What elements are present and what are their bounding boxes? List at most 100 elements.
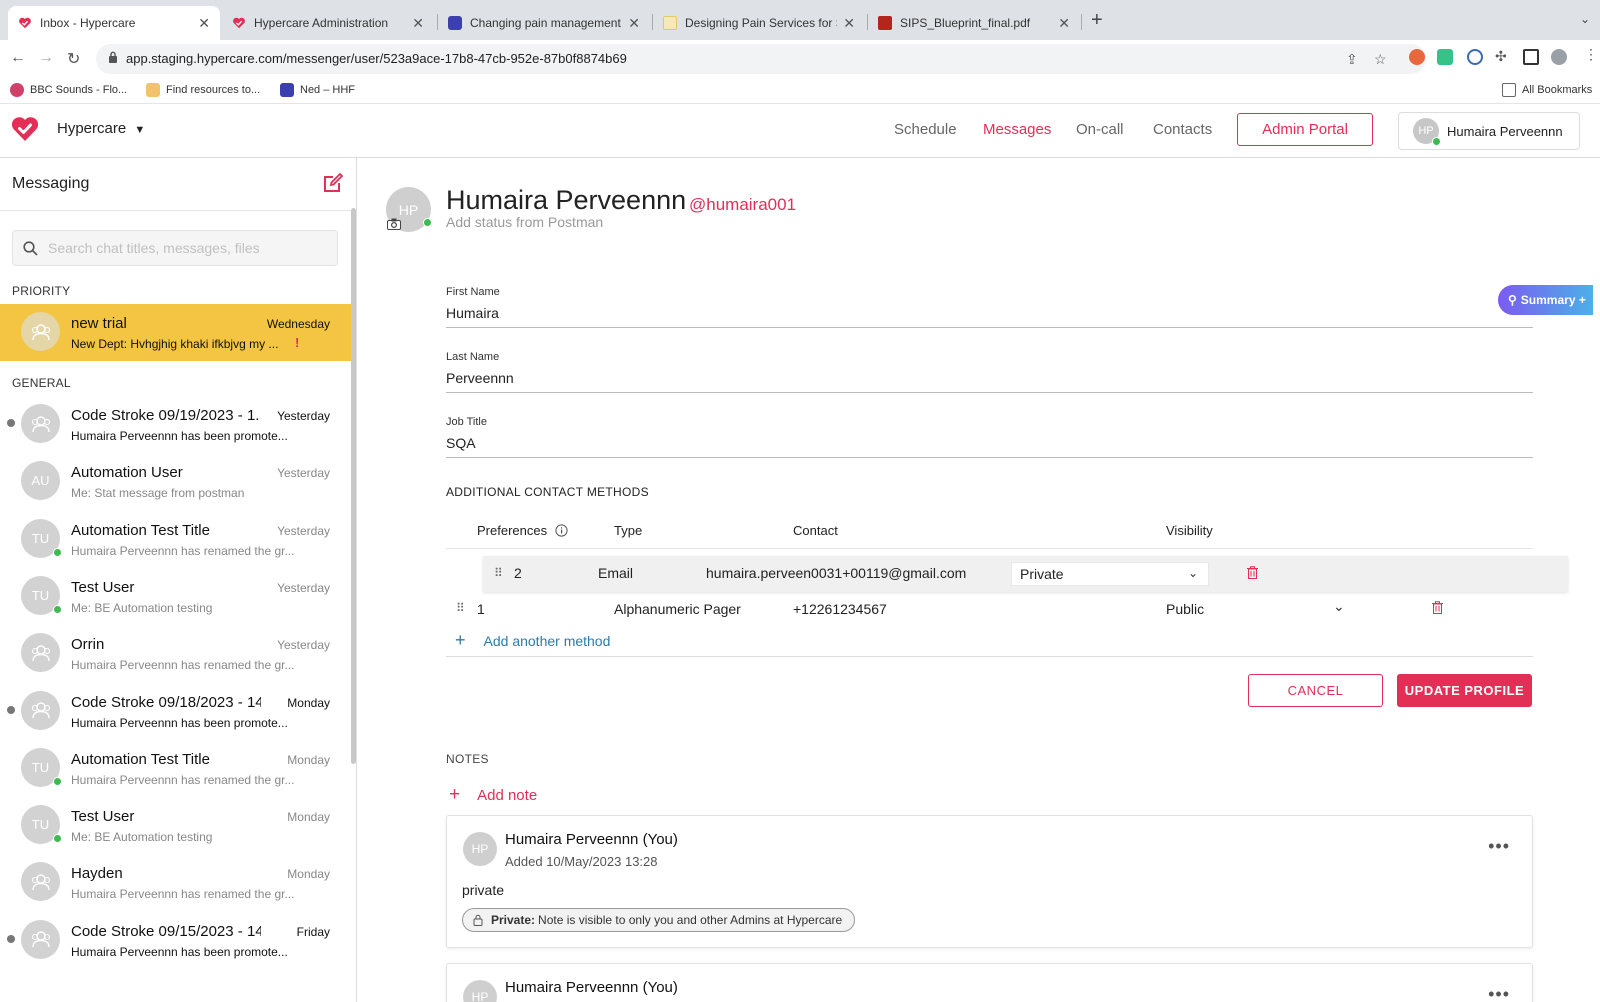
bookmark-label: Find resources to... [166,84,261,96]
update-profile-button[interactable]: UPDATE PROFILE [1397,674,1532,707]
sidebar-title: Messaging [12,175,90,192]
chat-list-item[interactable]: TU Test User Monday Me: BE Automation testi… [0,797,352,854]
extension-green-icon[interactable] [1437,49,1453,65]
address-bar-row: ← → ↻ app.staging.hypercare.com/messenge… [0,40,1600,78]
omnibox[interactable]: app.staging.hypercare.com/messenger/user… [96,44,1426,74]
more-options-icon[interactable]: ••• [1488,984,1510,1002]
chat-list-item[interactable]: new trial Wednesday New Dept: Hvhgjhig kha… [0,304,352,361]
chat-preview: Humaira Perveennn has renamed the gr... [71,543,295,558]
browser-tab-pain-management[interactable]: Changing pain management fo ✕ [438,6,650,40]
camera-icon[interactable] [387,218,401,230]
tab-search-chevron-icon[interactable]: ⌄ [1580,12,1590,26]
browser-tab-admin[interactable]: Hypercare Administration ✕ [222,6,434,40]
note-body: private [462,882,505,898]
chat-list-item[interactable]: Hayden Monday Humaira Perveennn has rename… [0,854,352,911]
admin-portal-button[interactable]: Admin Portal [1237,113,1373,146]
avatar [21,862,60,902]
avatar-initials: HP [471,842,489,856]
all-bookmarks-label: All Bookmarks [1522,84,1593,96]
chat-time: Monday [287,695,330,710]
sidebar-scrollbar[interactable] [351,208,356,764]
chat-list-item[interactable]: TU Test User Yesterday Me: BE Automation te… [0,568,352,625]
bookmark-ned-hhf[interactable]: Ned – HHF [280,83,355,97]
badge-strong: Private: [491,913,536,927]
job-title-input[interactable] [446,435,1533,457]
chat-list-item[interactable]: TU Automation Test Title Monday Humaira Per… [0,740,352,797]
chevron-down-icon[interactable]: ⌄ [1333,598,1345,615]
forward-arrow-icon[interactable]: → [38,49,54,67]
messaging-sidebar: Messaging PRIORITY new trial Wednesday New… [0,158,357,1002]
chat-list-item[interactable]: AU Automation User Yesterday Me: Stat messa… [0,453,352,510]
group-avatar-icon [31,874,50,890]
column-visibility: Visibility [1166,523,1213,538]
new-tab-icon[interactable]: + [1091,9,1103,32]
chat-list-item[interactable]: TU Automation Test Title Yesterday Humaira … [0,511,352,568]
reload-icon[interactable]: ↻ [67,49,80,69]
user-menu-button[interactable]: HP Humaira Perveennn [1398,112,1580,150]
add-method-button[interactable]: + Add another method [455,630,610,651]
profile-status[interactable]: Add status from Postman [446,214,603,230]
share-icon[interactable]: ⇪ [1346,51,1358,68]
close-tab-icon[interactable]: ✕ [1058,15,1070,32]
priority-exclamation-icon: ! [295,335,300,350]
drag-handle-icon[interactable]: ⠿ [494,566,503,580]
close-tab-icon[interactable]: ✕ [628,15,640,32]
chat-list-item[interactable]: Code Stroke 09/18/2023 - 14:... Monday Hum… [0,683,352,740]
chat-list-item[interactable]: Orrin Yesterday Humaira Perveennn has rena… [0,625,352,682]
info-icon[interactable] [555,524,568,537]
last-name-input[interactable] [446,370,1533,392]
chat-time: Yesterday [277,409,330,423]
add-method-label: Add another method [483,632,611,649]
bookmark-find-resources[interactable]: Find resources to... [146,83,260,97]
column-type: Type [614,523,643,538]
chat-search[interactable] [12,230,338,266]
group-avatar-icon [31,702,50,719]
browser-tab-sips-pdf[interactable]: SIPS_Blueprint_final.pdf ✕ [868,6,1080,40]
avatar [21,312,60,351]
extension-password-icon[interactable] [1467,49,1483,65]
profile-avatar-icon[interactable] [1551,49,1567,65]
puzzle-extensions-icon[interactable]: ✣ [1495,48,1507,65]
add-note-button[interactable]: + Add note [449,784,537,806]
extension-record-icon[interactable] [1409,49,1425,65]
close-tab-icon[interactable]: ✕ [843,15,855,32]
chat-preview: Humaira Perveennn has renamed the gr... [71,887,295,902]
search-input[interactable] [48,240,318,256]
visibility-select[interactable]: Private ⌄ [1011,562,1209,586]
nav-on-call[interactable]: On-call [1076,121,1124,138]
all-bookmarks[interactable]: All Bookmarks [1502,83,1592,97]
trash-icon[interactable] [1432,601,1443,614]
chat-title: Automation Test Title [71,750,210,768]
drag-handle-icon[interactable]: ⠿ [456,601,465,615]
chat-time: Monday [287,867,330,882]
chat-preview: Humaira Perveennn has renamed the gr... [71,772,295,787]
side-panel-icon[interactable] [1523,49,1539,65]
group-avatar-icon [31,323,50,340]
close-tab-icon[interactable]: ✕ [412,15,424,32]
avatar [21,690,60,730]
compose-icon[interactable] [322,172,344,194]
chat-list-item[interactable]: Code Stroke 09/19/2023 - 1... Yesterday Hu… [0,396,352,453]
nav-messages[interactable]: Messages [983,121,1051,138]
chat-title: Test User [71,808,135,826]
bookmark-bbc-sounds[interactable]: BBC Sounds - Flo... [10,83,127,97]
search-icon [23,240,38,256]
org-switcher[interactable]: Hypercare ▼ [57,120,145,137]
trash-icon[interactable] [1247,566,1258,579]
cancel-button[interactable]: CANCEL [1248,674,1383,707]
bookmark-star-icon[interactable]: ☆ [1374,51,1387,68]
visibility-value[interactable]: Public [1166,601,1204,617]
more-options-icon[interactable]: ••• [1488,836,1510,857]
nav-contacts[interactable]: Contacts [1153,121,1212,138]
close-tab-icon[interactable]: ✕ [198,15,210,32]
first-name-input[interactable] [446,305,1533,327]
kebab-menu-icon[interactable]: ⋮ [1584,46,1598,63]
hypercare-logo-icon[interactable] [10,114,40,144]
nav-schedule[interactable]: Schedule [894,121,957,138]
chat-time: Friday [296,924,330,939]
back-arrow-icon[interactable]: ← [10,49,26,67]
browser-tab-designing-pain[interactable]: Designing Pain Services for Su ✕ [653,6,865,40]
avatar [21,404,60,443]
browser-tab-inbox[interactable]: Inbox - Hypercare ✕ [8,6,220,40]
chat-list-item[interactable]: Code Stroke 09/15/2023 - 14:0... Friday Hu… [0,912,352,969]
